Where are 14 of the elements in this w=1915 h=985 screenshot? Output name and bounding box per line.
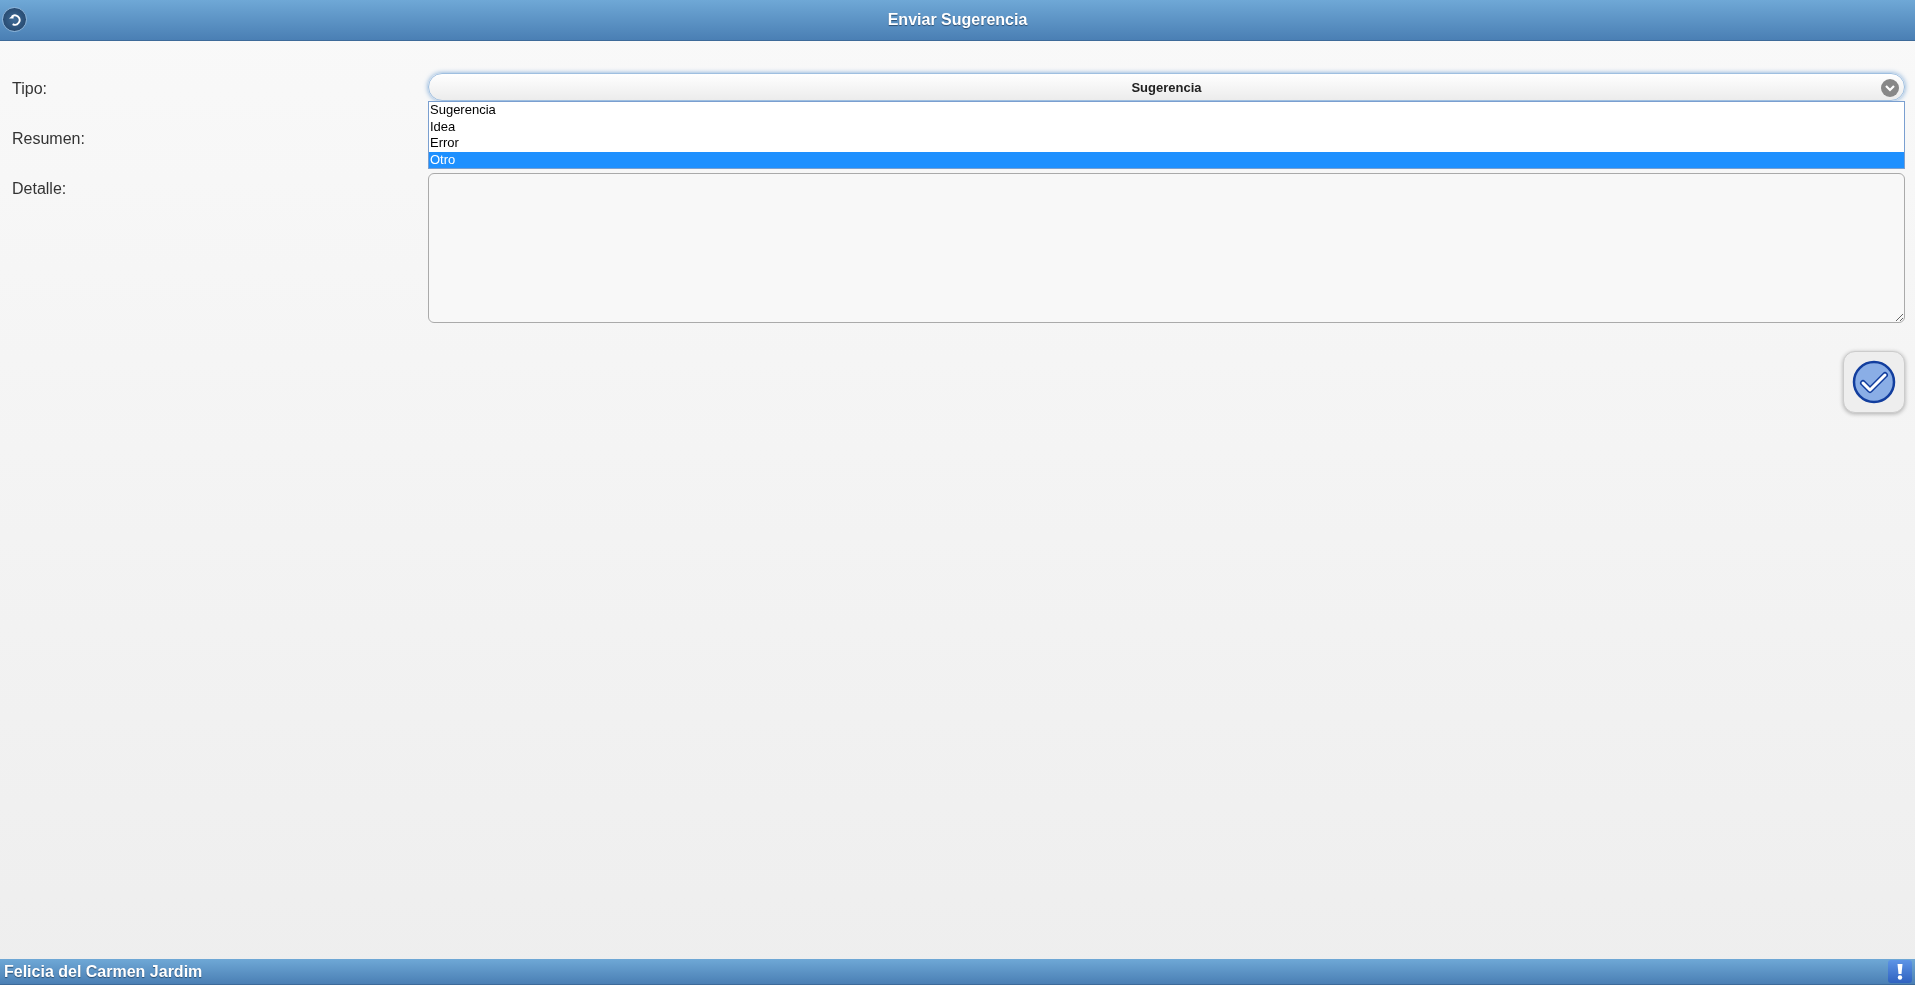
detail-field[interactable] (428, 173, 1905, 323)
field-label: Resumen: (12, 129, 86, 148)
field-label: Tipo: (12, 79, 48, 98)
user-name: Felicia del Carmen Jardim (3, 962, 204, 981)
exclamation-icon (1897, 963, 1903, 980)
alert-button[interactable] (1888, 960, 1912, 983)
caret-icon (1881, 79, 1899, 97)
field-label: Detalle: (12, 179, 68, 198)
type-select[interactable]: Sugerencia (428, 73, 1905, 101)
checkmark-icon (1852, 360, 1896, 404)
confirm-button[interactable] (1843, 351, 1905, 413)
page-title: Enviar Sugerencia (886, 11, 1029, 29)
undo-icon (8, 13, 21, 26)
back-button[interactable] (2, 7, 27, 32)
